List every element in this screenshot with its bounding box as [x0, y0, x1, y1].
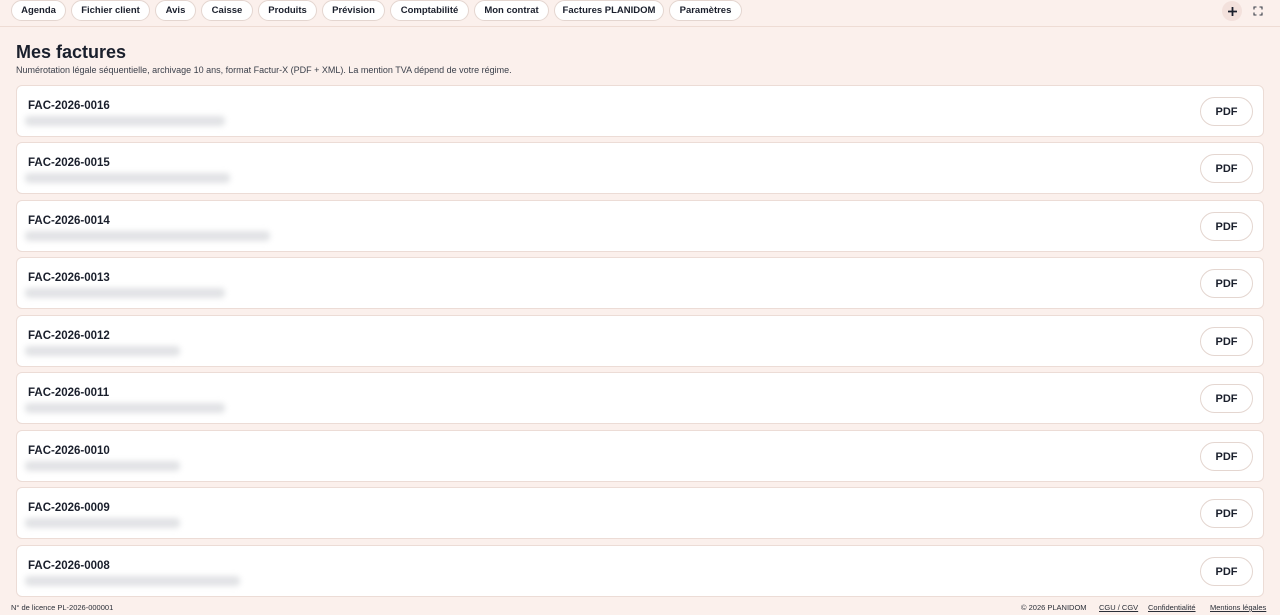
- pdf-button[interactable]: PDF: [1200, 327, 1253, 356]
- fullscreen-button[interactable]: [1248, 1, 1268, 21]
- invoice-card: FAC-2026-0009 PDF: [16, 487, 1264, 539]
- tab-agenda[interactable]: Agenda: [11, 0, 66, 21]
- tab-parametres[interactable]: Paramètres: [669, 0, 742, 21]
- footer: N° de licence PL-2026-000001 © 2026 PLAN…: [0, 598, 1280, 615]
- invoice-card: FAC-2026-0008 PDF: [16, 545, 1264, 597]
- copyright: © 2026 PLANIDOM: [1021, 603, 1087, 612]
- invoice-card: FAC-2026-0012 PDF: [16, 315, 1264, 367]
- top-navigation: Agenda Fichier client Avis Caisse Produi…: [0, 0, 1280, 27]
- invoice-number: FAC-2026-0013: [28, 272, 110, 284]
- pdf-button[interactable]: PDF: [1200, 212, 1253, 241]
- redacted-details: [25, 173, 230, 183]
- redacted-details: [25, 288, 225, 298]
- tab-prevision[interactable]: Prévision: [322, 0, 385, 21]
- invoice-card: FAC-2026-0016 PDF: [16, 85, 1264, 137]
- invoice-number: FAC-2026-0010: [28, 445, 110, 457]
- redacted-details: [25, 518, 180, 528]
- redacted-details: [25, 403, 225, 413]
- redacted-details: [25, 116, 225, 126]
- redacted-details: [25, 576, 240, 586]
- tab-mon-contrat[interactable]: Mon contrat: [474, 0, 549, 21]
- redacted-details: [25, 461, 180, 471]
- invoice-number: FAC-2026-0016: [28, 100, 110, 112]
- invoice-card: FAC-2026-0015 PDF: [16, 142, 1264, 194]
- invoice-number: FAC-2026-0015: [28, 157, 110, 169]
- invoice-number: FAC-2026-0008: [28, 560, 110, 572]
- invoice-number: FAC-2026-0009: [28, 502, 110, 514]
- invoice-number: FAC-2026-0014: [28, 215, 110, 227]
- add-button[interactable]: [1222, 1, 1242, 21]
- privacy-link[interactable]: Confidentialité: [1148, 603, 1196, 612]
- legal-notice-link[interactable]: Mentions légales: [1210, 603, 1266, 612]
- pdf-button[interactable]: PDF: [1200, 97, 1253, 126]
- expand-icon: [1253, 6, 1263, 16]
- pdf-button[interactable]: PDF: [1200, 442, 1253, 471]
- invoice-number: FAC-2026-0011: [28, 387, 110, 399]
- pdf-button[interactable]: PDF: [1200, 557, 1253, 586]
- pdf-button[interactable]: PDF: [1200, 499, 1253, 528]
- page-title: Mes factures: [16, 42, 127, 62]
- page-subtitle: Numérotation légale séquentielle, archiv…: [16, 65, 512, 75]
- plus-icon: [1227, 6, 1237, 16]
- invoice-card: FAC-2026-0014 PDF: [16, 200, 1264, 252]
- tab-fichier-client[interactable]: Fichier client: [71, 0, 150, 21]
- invoice-card: FAC-2026-0013 PDF: [16, 257, 1264, 309]
- invoice-number: FAC-2026-0012: [28, 330, 110, 342]
- tab-comptabilite[interactable]: Comptabilité: [390, 0, 469, 21]
- invoice-card: FAC-2026-0011 PDF: [16, 372, 1264, 424]
- cgu-cgv-link[interactable]: CGU / CGV: [1099, 603, 1138, 612]
- tab-factures-planidom[interactable]: Factures PLANIDOM: [554, 0, 664, 21]
- pdf-button[interactable]: PDF: [1200, 269, 1253, 298]
- tab-caisse[interactable]: Caisse: [201, 0, 253, 21]
- license-number: N° de licence PL-2026-000001: [11, 603, 114, 612]
- invoice-card: FAC-2026-0010 PDF: [16, 430, 1264, 482]
- pdf-button[interactable]: PDF: [1200, 154, 1253, 183]
- tab-produits[interactable]: Produits: [258, 0, 317, 21]
- tab-avis[interactable]: Avis: [155, 0, 196, 21]
- pdf-button[interactable]: PDF: [1200, 384, 1253, 413]
- redacted-details: [25, 231, 270, 241]
- redacted-details: [25, 346, 180, 356]
